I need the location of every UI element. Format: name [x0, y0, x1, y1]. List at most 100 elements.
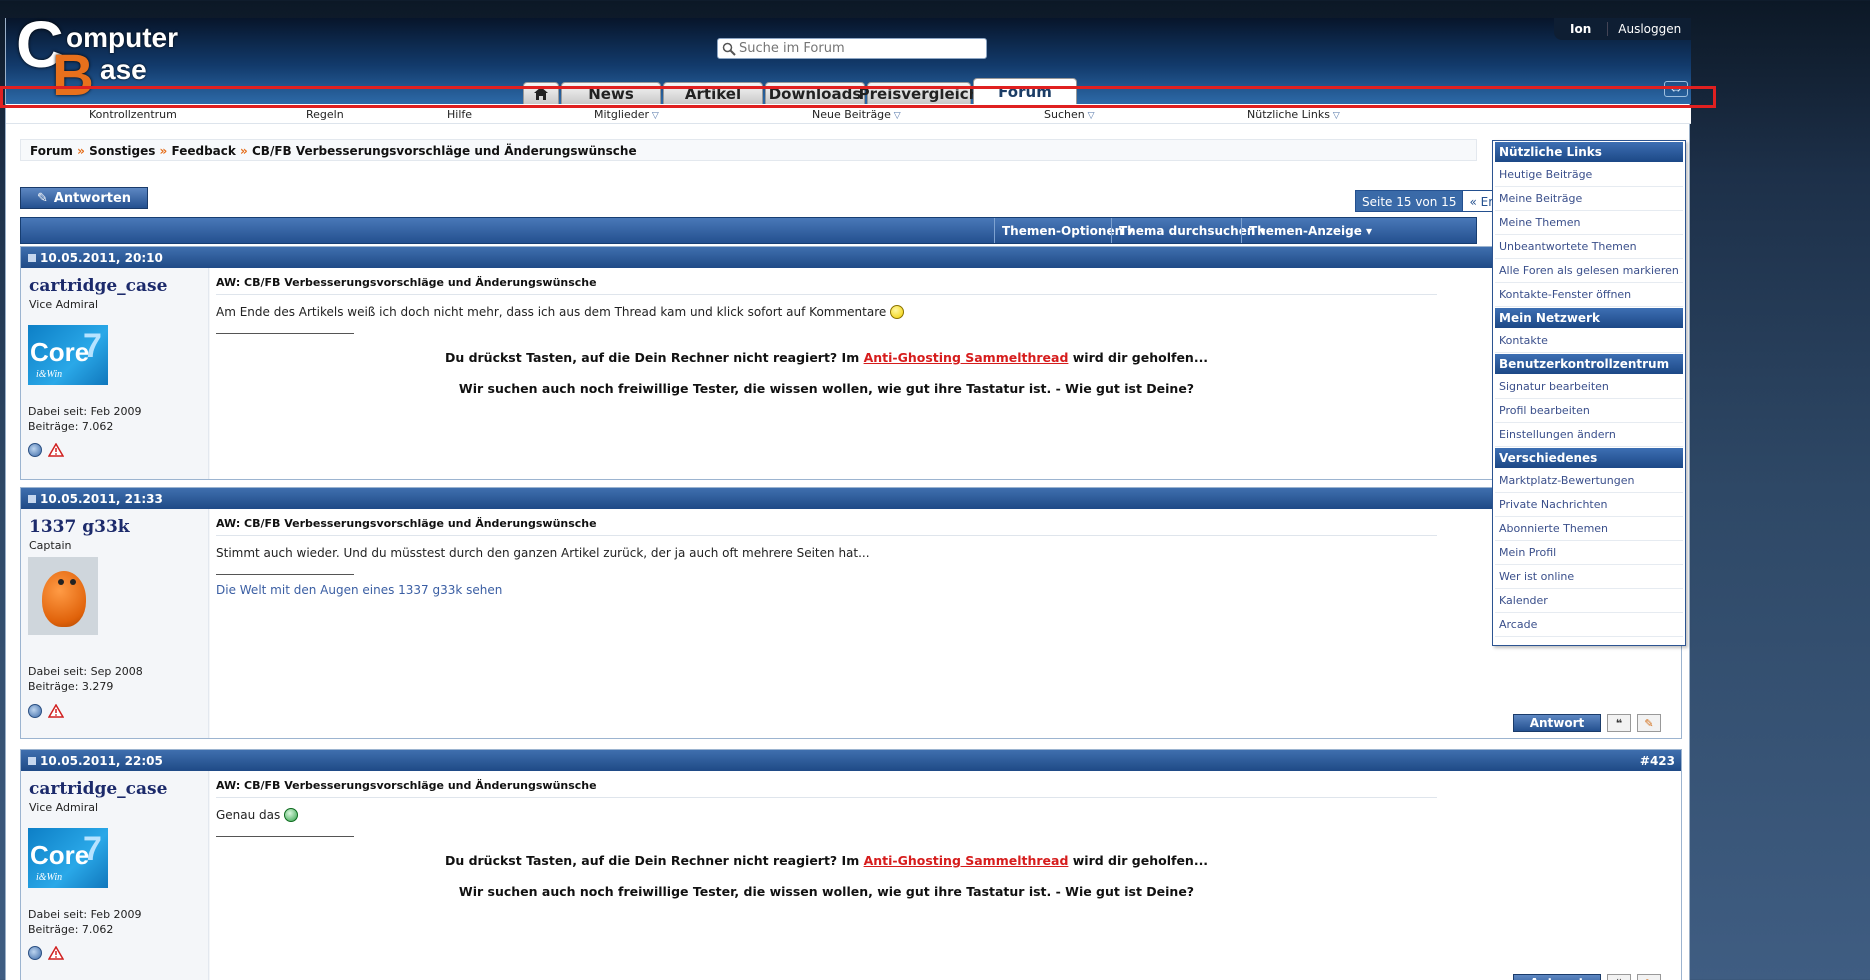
report-icon[interactable]: [47, 945, 65, 960]
dropdown-item[interactable]: Alle Foren als gelesen markieren: [1495, 259, 1683, 283]
breadcrumb-link[interactable]: Sonstiges: [89, 144, 155, 158]
useful-links-dropdown: Nützliche Links Heutige Beiträge Meine Bei…: [1492, 140, 1686, 646]
pagination: Seite 15 von 15 « Erste: [1355, 190, 1502, 212]
dropdown-item[interactable]: Heutige Beiträge: [1495, 163, 1683, 187]
join-date: Dabei seit: Feb 2009: [28, 908, 142, 921]
reply-thread-button[interactable]: ✎ Antworten: [20, 187, 148, 209]
post-body: AW: CB/FB Verbesserungsvorschläge und Än…: [210, 771, 1681, 980]
dropdown-item[interactable]: Einstellungen ändern: [1495, 423, 1683, 447]
dropdown-item[interactable]: Kalender: [1495, 589, 1683, 613]
subnav-suchen[interactable]: Suchen ▽: [1044, 108, 1095, 121]
online-status-icon[interactable]: [28, 704, 42, 718]
signature-line-2: Wir suchen auch noch freiwillige Tester,…: [458, 381, 1195, 396]
dropdown-item[interactable]: Kontakte: [1495, 329, 1683, 353]
tab-forum[interactable]: Forum: [973, 78, 1077, 104]
username-link[interactable]: cartridge_case: [29, 276, 200, 296]
post-text-content: Am Ende des Artikels weiß ich doch nicht…: [216, 305, 887, 319]
signature-line-2: Wir suchen auch noch freiwillige Tester,…: [458, 884, 1195, 899]
avatar-eye: [58, 579, 64, 585]
post-header: 10.05.2011, 20:10: [21, 247, 1681, 268]
username-link[interactable]: cartridge_case: [29, 779, 200, 799]
smiley-icon: [284, 808, 299, 822]
anti-ghosting-link[interactable]: Anti-Ghosting Sammelthread: [864, 853, 1069, 868]
user-rank: Vice Admiral: [29, 801, 99, 814]
post-title: AW: CB/FB Verbesserungsvorschläge und Än…: [216, 517, 1437, 536]
subnav-label: Suchen: [1044, 108, 1085, 121]
dropdown-item[interactable]: Profil bearbeiten: [1495, 399, 1683, 423]
avatar-digit: 7: [83, 327, 102, 365]
breadcrumb: Forum » Sonstiges » Feedback » CB/FB Ver…: [20, 139, 1477, 161]
online-status-icon[interactable]: [28, 443, 42, 457]
post: 10.05.2011, 21:33 1337 g33k Captain Dabei s…: [20, 487, 1682, 739]
dropdown-item[interactable]: Arcade: [1495, 613, 1683, 637]
dropdown-item[interactable]: Meine Beiträge: [1495, 187, 1683, 211]
quote-icon[interactable]: ❝: [1607, 714, 1631, 732]
subnav-label: Mitglieder: [594, 108, 649, 121]
reply-thread-label: Antworten: [53, 190, 132, 206]
dropdown-item[interactable]: Abonnierte Themen: [1495, 517, 1683, 541]
multiquote-icon[interactable]: ✎: [1637, 714, 1661, 732]
report-icon[interactable]: [47, 442, 65, 457]
post-actions: Antwort ❝ ✎: [1513, 974, 1661, 980]
user-stats: Dabei seit: Feb 2009 Beiträge: 7.062: [28, 907, 142, 937]
username-link[interactable]: Ion: [1554, 22, 1607, 36]
reply-icon: ✎: [36, 190, 48, 206]
tab-preisvergleich[interactable]: Preisvergleich: [859, 82, 979, 104]
logout-link[interactable]: Ausloggen: [1607, 22, 1681, 36]
site-header: C B omputer ase Ion Ausloggen News Artike…: [6, 7, 1691, 108]
dropdown-item[interactable]: Kontakte-Fenster öffnen: [1495, 283, 1683, 307]
post-text-content: Genau das: [216, 808, 281, 822]
breadcrumb-separator: »: [77, 144, 85, 158]
multiquote-icon[interactable]: ✎: [1637, 974, 1661, 980]
tab-news[interactable]: News: [561, 82, 661, 104]
forum-search[interactable]: [717, 38, 987, 59]
signature-link[interactable]: Die Welt mit den Augen eines 1337 g33k s…: [216, 583, 1675, 597]
search-icon: [722, 42, 736, 56]
dropdown-item[interactable]: Signatur bearbeiten: [1495, 375, 1683, 399]
tab-label: Artikel: [684, 84, 742, 103]
subnav-neue-beiträge[interactable]: Neue Beiträge ▽: [812, 108, 901, 121]
quote-icon[interactable]: ❝: [1607, 974, 1631, 980]
post-date: 10.05.2011, 21:33: [40, 491, 163, 506]
user-box: Ion Ausloggen: [1554, 18, 1691, 40]
signature-separator: [216, 574, 354, 575]
subnav-label: Regeln: [306, 108, 344, 121]
tab-label: Downloads: [768, 84, 862, 103]
dropdown-item[interactable]: Mein Profil: [1495, 541, 1683, 565]
breadcrumb-link[interactable]: Forum: [30, 144, 73, 158]
dropdown-arrow-icon: ▽: [1084, 111, 1095, 121]
tab-downloads[interactable]: Downloads: [765, 82, 865, 104]
main-nav-tabs: News Artikel Downloads Preisvergleich Forum: [523, 78, 1079, 104]
sig-pre: Du drückst Tasten, auf die Dein Rechner …: [444, 350, 864, 365]
subnav-label: Kontrollzentrum: [89, 108, 177, 121]
dropdown-item[interactable]: Private Nachrichten: [1495, 493, 1683, 517]
dropdown-item[interactable]: Unbeantwortete Themen: [1495, 235, 1683, 259]
post-date: 10.05.2011, 20:10: [40, 250, 163, 265]
search-input[interactable]: [739, 41, 969, 56]
thread-tool-2[interactable]: Themen-Anzeige ▾: [1241, 218, 1478, 243]
dropdown-item[interactable]: Wer ist online: [1495, 565, 1683, 589]
dropdown-item[interactable]: Meine Themen: [1495, 211, 1683, 235]
username-link[interactable]: 1337 g33k: [29, 517, 200, 537]
subnav-mitglieder[interactable]: Mitglieder ▽: [594, 108, 659, 121]
post-number[interactable]: #423: [1640, 754, 1675, 768]
subnav-nützliche-links[interactable]: Nützliche Links ▽: [1247, 108, 1340, 121]
resize-width-icon[interactable]: ⇔: [1664, 81, 1688, 97]
dropdown-section-header: Verschiedenes: [1495, 448, 1683, 468]
tab-artikel[interactable]: Artikel: [663, 82, 763, 104]
computerbase-logo[interactable]: C B omputer ase: [16, 6, 178, 108]
report-icon[interactable]: [47, 703, 65, 718]
tab-home[interactable]: [523, 82, 559, 104]
reply-button[interactable]: Antwort: [1513, 974, 1601, 980]
anti-ghosting-link[interactable]: Anti-Ghosting Sammelthread: [864, 350, 1069, 365]
reply-button[interactable]: Antwort: [1513, 714, 1601, 732]
subnav-hilfe[interactable]: Hilfe: [447, 108, 472, 121]
dropdown-item[interactable]: Marktplatz-Bewertungen: [1495, 469, 1683, 493]
online-status-icon[interactable]: [28, 946, 42, 960]
breadcrumb-link[interactable]: Feedback: [172, 144, 236, 158]
subnav-regeln[interactable]: Regeln: [306, 108, 344, 121]
user-info: 1337 g33k Captain Dabei seit: Sep 2008 Beit…: [21, 509, 209, 738]
signature-line-1: Du drückst Tasten, auf die Dein Rechner …: [216, 350, 1437, 365]
subnav-kontrollzentrum[interactable]: Kontrollzentrum: [89, 108, 177, 121]
avatar-text: Core: [30, 840, 90, 870]
